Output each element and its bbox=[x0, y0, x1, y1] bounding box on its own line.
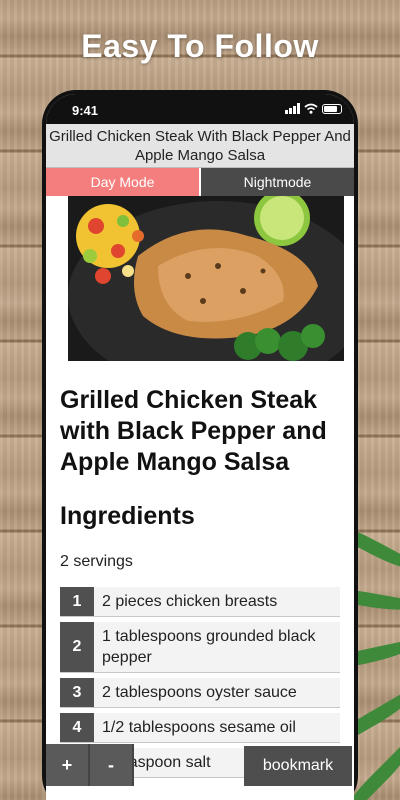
day-mode-button[interactable]: Day Mode bbox=[46, 168, 199, 196]
recipe-photo bbox=[68, 196, 344, 361]
zoom-in-button[interactable]: + bbox=[46, 744, 90, 786]
ingredient-number: 3 bbox=[60, 678, 94, 707]
status-icons bbox=[285, 103, 342, 114]
battery-icon bbox=[322, 104, 342, 114]
phone-notch bbox=[114, 94, 286, 116]
ingredient-row: 1 2 pieces chicken breasts bbox=[60, 587, 340, 617]
ingredient-number: 2 bbox=[60, 622, 94, 672]
phone-frame: 9:41 Grilled Chicken Steak With Black Pe… bbox=[42, 90, 358, 800]
servings-text: 2 servings bbox=[60, 553, 133, 570]
status-time: 9:41 bbox=[72, 103, 99, 118]
signal-icon bbox=[285, 103, 300, 114]
recipe-content: Grilled Chicken Steak with Black Pepper … bbox=[46, 196, 354, 778]
wifi-icon bbox=[304, 103, 318, 114]
ingredient-number: 1 bbox=[60, 587, 94, 616]
status-bar: 9:41 bbox=[46, 94, 354, 124]
promo-headline: Easy To Follow bbox=[81, 28, 319, 64]
zoom-controls: + - bbox=[46, 744, 134, 786]
ingredient-row: 2 1 tablespoons grounded black pepper bbox=[60, 622, 340, 673]
ingredient-text: 1 tablespoons grounded black pepper bbox=[102, 628, 316, 666]
app-screen: 9:41 Grilled Chicken Steak With Black Pe… bbox=[46, 94, 354, 800]
night-mode-button[interactable]: Nightmode bbox=[199, 168, 354, 196]
recipe-heading: Grilled Chicken Steak with Black Pepper … bbox=[60, 386, 327, 476]
mode-toggle: Day Mode Nightmode bbox=[46, 168, 354, 196]
ingredients-heading: Ingredients bbox=[60, 502, 195, 530]
ingredient-row: 4 1/2 tablespoons sesame oil bbox=[60, 713, 340, 743]
ingredient-row: 3 2 tablespoons oyster sauce bbox=[60, 678, 340, 708]
ingredient-text: 2 tablespoons oyster sauce bbox=[102, 684, 297, 701]
ingredient-text: 2 pieces chicken breasts bbox=[102, 593, 278, 610]
bookmark-button[interactable]: bookmark bbox=[244, 746, 352, 786]
ingredient-text: 1/2 tablespoons sesame oil bbox=[102, 719, 296, 736]
ingredient-number: 4 bbox=[60, 713, 94, 742]
recipe-title-bar: Grilled Chicken Steak With Black Pepper … bbox=[46, 124, 354, 168]
zoom-out-button[interactable]: - bbox=[90, 744, 134, 786]
